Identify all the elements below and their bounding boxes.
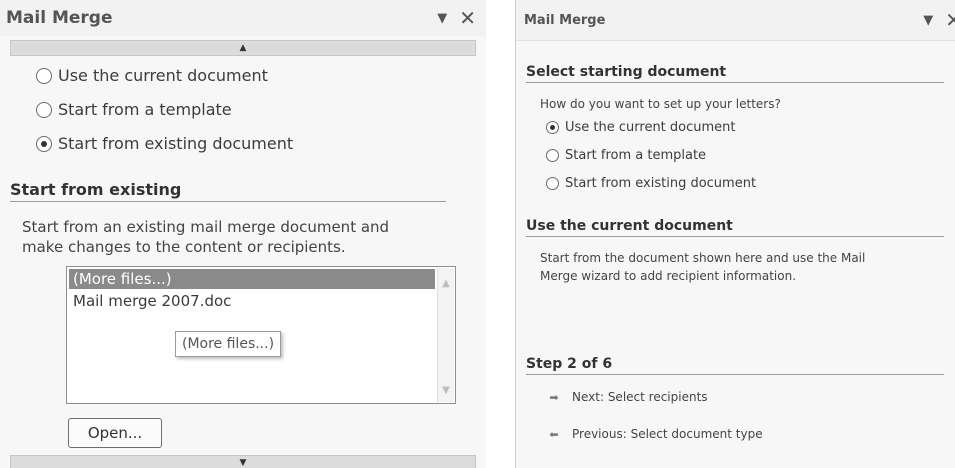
mail-merge-pane-right: Mail Merge ▼ ✕ Select starting document … [515,0,955,468]
arrow-left-icon: ⬅ [549,427,559,441]
radio-button[interactable] [546,177,559,190]
radio-use-current-document[interactable]: Use the current document [546,120,736,135]
radio-start-from-template[interactable]: Start from a template [546,148,706,163]
description-line: Start from the document shown here and u… [540,251,866,265]
radio-start-from-existing[interactable]: Start from existing document [36,134,293,153]
list-item-mail-merge-2007[interactable]: Mail merge 2007.doc [69,291,435,311]
listbox-scrollbar[interactable]: ▲ ▼ [437,268,454,402]
radio-start-from-existing[interactable]: Start from existing document [546,176,756,191]
pane-titlebar: Mail Merge ▼ ✕ [0,0,486,36]
pane-scroll-up-button[interactable]: ▲ [10,40,476,56]
scroll-down-icon[interactable]: ▼ [438,385,454,396]
arrow-up-icon: ▲ [239,43,247,53]
previous-step-label[interactable]: Previous: Select document type [572,427,763,441]
existing-documents-listbox[interactable]: (More files...) Mail merge 2007.doc (Mor… [66,266,456,404]
radio-label: Use the current document [58,66,268,85]
scroll-up-icon[interactable]: ▲ [438,278,454,289]
section-heading-start-from-existing: Start from existing [10,180,446,202]
description-line: make changes to the content or recipient… [22,238,346,256]
pane-titlebar: Mail Merge ▼ ✕ [516,0,955,41]
open-button[interactable]: Open... [68,418,162,448]
radio-use-current-document[interactable]: Use the current document [36,66,268,85]
pane-scroll-down-button[interactable]: ▼ [10,455,476,468]
radio-label: Start from existing document [58,134,294,153]
next-step-link[interactable]: ➡ Next: Select recipients [548,390,708,404]
radio-start-from-template[interactable]: Start from a template [36,100,232,119]
radio-button[interactable] [546,149,559,162]
next-step-label[interactable]: Next: Select recipients [572,390,708,404]
pane-options-dropdown-icon[interactable]: ▼ [437,11,447,26]
previous-step-link[interactable]: ⬅ Previous: Select document type [548,427,763,441]
close-icon[interactable]: ✕ [459,8,476,28]
radio-button-checked[interactable] [36,135,52,152]
radio-button-checked[interactable] [546,121,559,134]
section-heading-use-current-document: Use the current document [526,218,944,237]
step-heading: Step 2 of 6 [526,356,944,375]
pane-options-dropdown-icon[interactable]: ▼ [923,13,933,28]
arrow-right-icon: ➡ [549,390,559,404]
list-item-more-files[interactable]: (More files...) [69,269,435,289]
mail-merge-pane-left: Mail Merge ▼ ✕ ▲ Use the current documen… [0,0,486,468]
close-icon[interactable]: ✕ [945,10,955,30]
arrow-down-icon: ▼ [239,458,247,468]
radio-label: Use the current document [565,120,736,135]
pane-title: Mail Merge [524,12,606,28]
description-line: Merge wizard to add recipient informatio… [540,269,797,283]
radio-button[interactable] [36,67,52,84]
list-item-tooltip: (More files...) [175,331,282,357]
question-text: How do you want to set up your letters? [540,97,781,111]
radio-button[interactable] [36,101,52,118]
description-line: Start from an existing mail merge docume… [22,218,390,236]
section-heading-select-starting-document: Select starting document [526,64,944,83]
radio-label: Start from a template [565,148,707,163]
radio-label: Start from a template [58,100,232,119]
radio-label: Start from existing document [565,176,757,191]
pane-title: Mail Merge [6,8,113,28]
